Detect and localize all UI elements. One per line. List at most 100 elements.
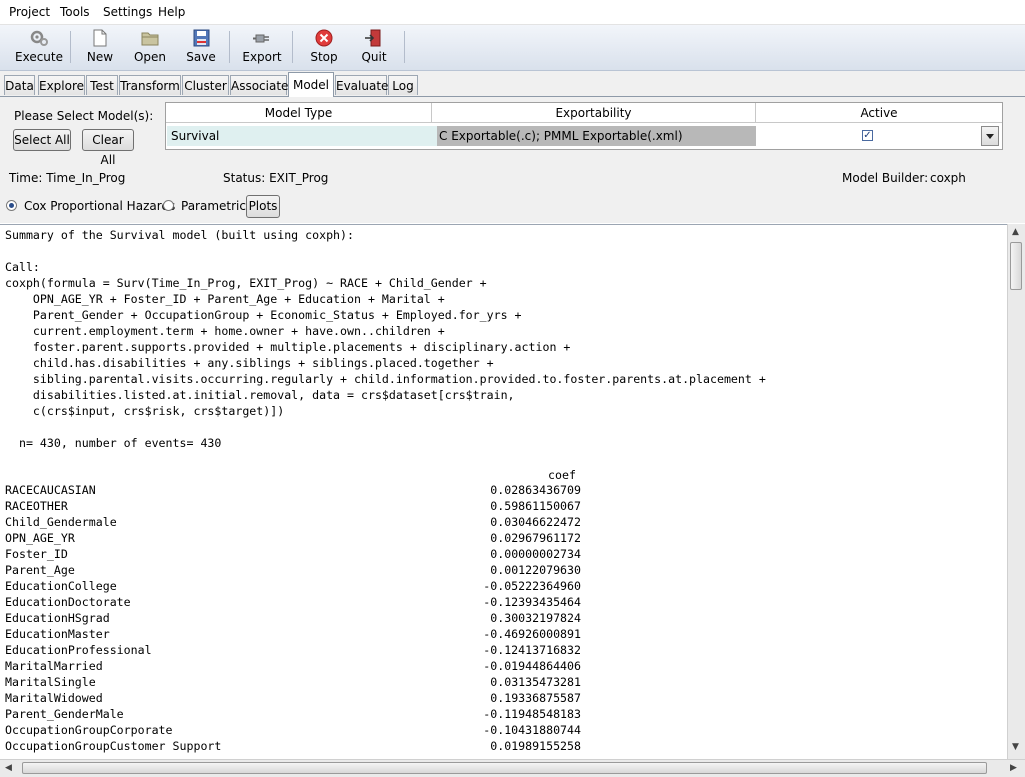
model-builder-label: Model Builder: (842, 171, 929, 185)
menu-settings[interactable]: Settings (103, 5, 152, 19)
export-button[interactable]: Export (240, 27, 284, 67)
call-line: c(crs$input, crs$risk, crs$target)]) (5, 404, 285, 418)
open-label: Open (133, 50, 167, 64)
save-label: Save (186, 50, 216, 64)
coefficient-name: EducationCollege (5, 579, 117, 593)
vertical-scrollbar[interactable]: ▲ ▼ (1007, 224, 1025, 759)
new-label: New (86, 50, 114, 64)
export-plug-icon (253, 34, 269, 43)
coef-column-header: coef (548, 468, 576, 482)
coefficient-name: OccupationGroupCustomer Support (5, 739, 222, 753)
row-dropdown-button[interactable] (981, 126, 999, 146)
model-summary-text[interactable]: Summary of the Survival model (built usi… (0, 224, 1007, 760)
exportability-cell: C Exportable(.c); PMML Exportable(.xml) (437, 126, 756, 146)
execute-button[interactable]: Execute (12, 27, 66, 67)
coefficient-value: 0.03046622472 (490, 515, 581, 529)
coefficient-name: EducationMaster (5, 627, 110, 641)
coefficient-value: -0.11948548183 (483, 707, 581, 721)
coefficient-value: 0.02863436709 (490, 483, 581, 497)
coefficient-name: MaritalSingle (5, 675, 96, 689)
scroll-up-icon[interactable]: ▲ (1012, 227, 1019, 237)
toolbar-separator (70, 31, 71, 63)
call-label: Call: (5, 260, 40, 274)
model-type-cell[interactable]: Survival (167, 126, 437, 146)
coefficient-name: EducationDoctorate (5, 595, 131, 609)
model-grid: Model Type Exportability Active Survival… (165, 102, 1003, 150)
coefficient-value: -0.05222364960 (483, 579, 581, 593)
stop-label: Stop (310, 50, 338, 64)
time-variable-label: Time: Time_In_Prog (9, 171, 126, 185)
coefficient-name: Parent_Age (5, 563, 75, 577)
scroll-left-icon[interactable]: ◀ (5, 763, 12, 773)
cox-label[interactable]: Cox Proportional Hazards (24, 199, 175, 213)
stop-button[interactable]: Stop (304, 27, 344, 67)
save-button[interactable]: Save (181, 27, 221, 67)
menu-project[interactable]: Project (9, 5, 50, 19)
coefficient-value: 0.19336875587 (490, 691, 581, 705)
stop-icon (315, 29, 333, 47)
coefficient-name: Child_Gendermale (5, 515, 117, 529)
call-line: Parent_Gender + OccupationGroup + Econom… (5, 308, 522, 322)
tab-log[interactable]: Log (388, 75, 418, 95)
coefficient-name: Foster_ID (5, 547, 68, 561)
coefficient-value: 0.01989155258 (490, 739, 581, 753)
scroll-right-icon[interactable]: ▶ (1010, 763, 1017, 773)
clear-all-button[interactable]: Clear All (82, 129, 134, 167)
execute-label: Execute (15, 50, 63, 64)
quit-label: Quit (361, 50, 387, 64)
active-checkbox[interactable]: ✓ (862, 130, 873, 141)
tab-explore[interactable]: Explore (38, 75, 85, 95)
coefficient-name: EducationProfessional (5, 643, 152, 657)
header-exportability[interactable]: Exportability (432, 103, 756, 123)
new-document-icon (93, 29, 107, 47)
menu-help[interactable]: Help (158, 5, 185, 19)
open-folder-icon (141, 32, 159, 46)
tab-cluster[interactable]: Cluster (182, 75, 229, 95)
plots-button[interactable]: Plots (246, 195, 280, 218)
new-button[interactable]: New (80, 27, 120, 67)
notebook-tabs: Data Explore Test Transform Cluster Asso… (0, 71, 1025, 97)
tab-transform[interactable]: Transform (119, 75, 181, 95)
tab-model[interactable]: Model (288, 72, 334, 97)
parametric-radio[interactable] (163, 200, 174, 211)
toolbar-separator (229, 31, 230, 63)
coefficient-value: 0.02967961172 (490, 531, 581, 545)
horizontal-scroll-thumb[interactable] (22, 762, 987, 774)
cox-radio[interactable] (6, 200, 17, 211)
summary-header: Summary of the Survival model (built usi… (5, 228, 355, 242)
model-builder-value: coxph (930, 171, 966, 185)
coefficient-name: EducationHSgrad (5, 611, 110, 625)
call-line: OPN_AGE_YR + Foster_ID + Parent_Age + Ed… (5, 292, 445, 306)
exit-door-icon (365, 29, 381, 47)
tab-evaluate[interactable]: Evaluate (335, 75, 388, 95)
floppy-disk-icon (193, 29, 210, 47)
call-line: foster.parent.supports.provided + multip… (5, 340, 571, 354)
tab-data[interactable]: Data (4, 75, 35, 95)
coefficient-value: 0.03135473281 (490, 675, 581, 689)
coefficient-value: -0.01944864406 (483, 659, 581, 673)
active-cell[interactable]: ✓ (756, 126, 980, 146)
vertical-scroll-thumb[interactable] (1010, 242, 1022, 290)
horizontal-scrollbar[interactable]: ◀ ▶ (0, 759, 1025, 777)
tab-associate[interactable]: Associate (230, 75, 288, 95)
header-active[interactable]: Active (756, 103, 1002, 123)
scroll-down-icon[interactable]: ▼ (1012, 742, 1019, 752)
menu-tools[interactable]: Tools (60, 5, 90, 19)
parametric-label[interactable]: Parametric (181, 199, 246, 213)
menu-bar: Project Tools Settings Help (0, 0, 1025, 25)
tab-test[interactable]: Test (86, 75, 118, 95)
select-all-button[interactable]: Select All (13, 129, 71, 151)
coefficient-name: MaritalWidowed (5, 691, 103, 705)
coefficient-value: -0.12413716832 (483, 643, 581, 657)
toolbar-separator (404, 31, 405, 63)
quit-button[interactable]: Quit (354, 27, 394, 67)
coefficient-value: 0.30032197824 (490, 611, 581, 625)
call-line: disabilities.listed.at.initial.removal, … (5, 388, 515, 402)
header-model-type[interactable]: Model Type (166, 103, 432, 123)
open-button[interactable]: Open (129, 27, 171, 67)
call-line: sibling.parental.visits.occurring.regula… (5, 372, 766, 386)
coefficient-value: -0.12393435464 (483, 595, 581, 609)
toolbar: Execute New Open Save Export Stop Quit (0, 25, 1025, 71)
coefficient-value: -0.46926000891 (483, 627, 581, 641)
coefficient-value: -0.10431880744 (483, 723, 581, 737)
